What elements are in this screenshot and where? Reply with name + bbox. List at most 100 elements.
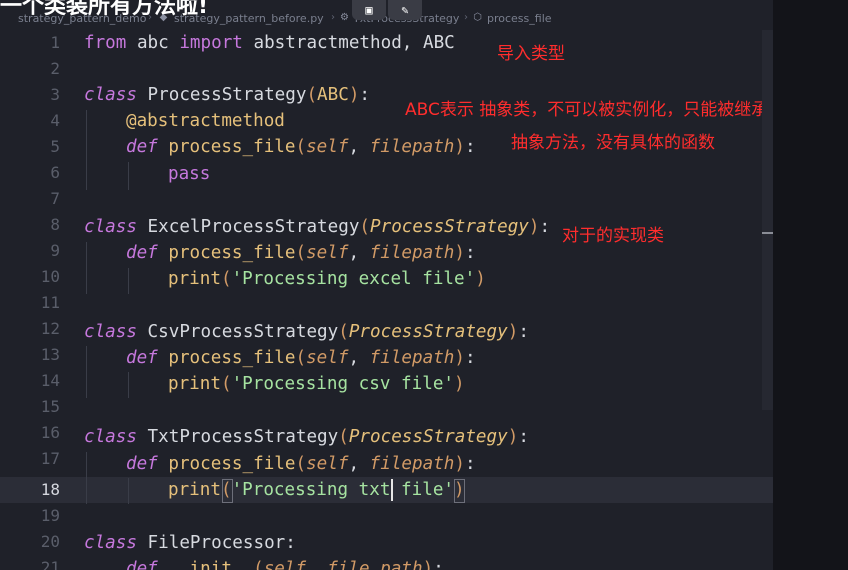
line-number: 5: [50, 137, 60, 156]
code-line-14[interactable]: print('Processing csv file'): [168, 371, 465, 397]
paren: ): [454, 374, 465, 394]
paren: (: [295, 137, 307, 157]
line-number: 9: [50, 241, 60, 260]
self-param: self: [306, 348, 349, 368]
code-line-9[interactable]: def process_file(self, filepath):: [126, 240, 476, 266]
paren: ): [348, 85, 360, 105]
paren: (: [253, 559, 264, 570]
code-line-13[interactable]: def process_file(self, filepath):: [126, 345, 476, 371]
code-line-17[interactable]: def process_file(self, filepath):: [126, 451, 476, 477]
keyword: def: [126, 348, 158, 368]
code-line-10[interactable]: print('Processing excel file'): [168, 266, 486, 292]
annotation-abstract: 抽象方法，没有具体的函数: [511, 133, 715, 153]
comma: ,: [348, 348, 370, 368]
base-class: ProcessStrategy: [348, 322, 508, 342]
indent-guide: [86, 452, 87, 504]
function-name: __init__: [157, 559, 254, 570]
code-line-21[interactable]: def __init__(self, file_path):: [126, 556, 444, 570]
comma: ,: [306, 559, 328, 570]
paren: (: [220, 269, 232, 289]
self-param: self: [306, 137, 349, 157]
import-names: abstractmethod, ABC: [242, 33, 455, 53]
bracket-match-highlight: [222, 479, 233, 503]
code-line-1[interactable]: from abc import abstractmethod, ABC: [84, 30, 455, 56]
code-line-18[interactable]: print('Processing txt file'): [168, 477, 465, 503]
code-line-4[interactable]: @abstractmethod: [126, 108, 285, 134]
class-name: ExcelProcessStrategy: [136, 217, 360, 237]
comma: ,: [348, 454, 370, 474]
line-number: 11: [40, 293, 60, 312]
param: filepath: [369, 243, 455, 263]
indent-guide: [128, 372, 129, 398]
colon: :: [464, 348, 476, 368]
paren: ): [528, 217, 540, 237]
paren: (: [359, 217, 371, 237]
line-number: 10: [40, 267, 60, 286]
colon: :: [518, 322, 529, 342]
builtin-function: print: [168, 480, 221, 500]
chevron-right-icon: ›: [331, 12, 335, 23]
keyword: def: [126, 137, 158, 157]
breadcrumb-method[interactable]: process_file: [487, 12, 552, 25]
code-editor[interactable]: strategy_pattern_demo › ◆ strategy_patte…: [0, 0, 773, 570]
builtin-function: print: [168, 269, 221, 289]
colon: :: [464, 137, 476, 157]
paren: ): [507, 427, 519, 447]
bracket-match-highlight: [454, 479, 465, 503]
string-literal: 'Processing excel file': [231, 269, 476, 289]
keyword: pass: [168, 164, 211, 184]
paren: ): [507, 322, 519, 342]
code-line-20[interactable]: class FileProcessor:: [84, 530, 296, 556]
scrollbar-thumb[interactable]: [762, 232, 773, 234]
paren: (: [220, 374, 232, 394]
line-number: 1: [50, 33, 60, 52]
text-cursor: [391, 479, 393, 501]
keyword: def: [126, 454, 158, 474]
self-param: self: [306, 454, 349, 474]
line-number: 20: [40, 532, 60, 551]
base-class: ProcessStrategy: [370, 217, 529, 237]
line-number: 17: [40, 449, 60, 468]
base-class: ProcessStrategy: [348, 427, 508, 447]
window-icon[interactable]: ▣: [352, 0, 386, 20]
function-name: process_file: [157, 243, 296, 263]
annotation-impl: 对于的实现类: [562, 226, 664, 246]
paren: ): [475, 269, 486, 289]
class-name: ProcessStrategy: [136, 85, 307, 105]
code-line-6[interactable]: pass: [168, 161, 210, 187]
code-line-8[interactable]: class ExcelProcessStrategy(ProcessStrate…: [84, 214, 550, 240]
keyword: def: [126, 243, 158, 263]
annotation-abc: ABC表示 抽象类，不可以被实例化，只能被继承: [405, 100, 769, 120]
paren: (: [338, 427, 349, 447]
class-name: FileProcessor: [136, 533, 286, 553]
side-panel: [773, 0, 848, 570]
base-class: ABC: [317, 85, 349, 105]
param: file_path: [327, 559, 423, 570]
comma: ,: [348, 243, 370, 263]
pen-icon[interactable]: ✎: [388, 0, 422, 20]
code-line-3[interactable]: class ProcessStrategy(ABC):: [84, 82, 370, 108]
keyword: class: [84, 427, 137, 447]
self-param: self: [263, 559, 307, 570]
method-symbol-icon: ⬡: [473, 12, 482, 23]
class-name: CsvProcessStrategy: [136, 322, 339, 342]
vertical-scrollbar[interactable]: [762, 30, 773, 410]
indent-guide: [128, 162, 129, 190]
line-number: 7: [50, 189, 60, 208]
paren: (: [295, 454, 307, 474]
param: filepath: [369, 137, 455, 157]
param: filepath: [369, 454, 455, 474]
paren: ): [454, 137, 465, 157]
class-name: TxtProcessStrategy: [136, 427, 339, 447]
builtin-function: print: [168, 374, 221, 394]
paren: (: [295, 243, 307, 263]
line-number: 16: [40, 423, 60, 442]
keyword: class: [84, 217, 137, 237]
param: filepath: [369, 348, 455, 368]
line-number: 2: [50, 59, 60, 78]
code-line-5[interactable]: def process_file(self, filepath):: [126, 134, 476, 160]
code-line-16[interactable]: class TxtProcessStrategy(ProcessStrategy…: [84, 424, 529, 450]
line-number: 14: [40, 371, 60, 390]
colon: :: [433, 559, 444, 570]
code-line-12[interactable]: class CsvProcessStrategy(ProcessStrategy…: [84, 319, 529, 345]
